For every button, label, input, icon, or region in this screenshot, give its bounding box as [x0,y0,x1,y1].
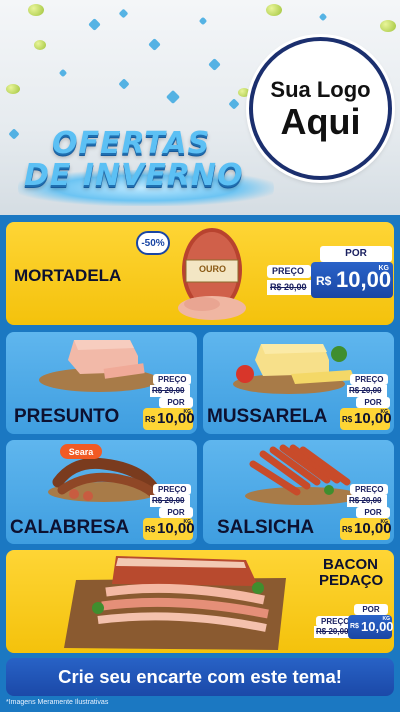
coin-icon [28,4,44,16]
old-price: R$ 20,00 [150,385,190,397]
old-price-value: R$ 20,00 [270,282,307,292]
por-label: POR [356,397,390,408]
coin-icon [380,20,396,32]
preco-label: PREÇO [350,374,388,385]
bacon-image [64,556,286,650]
snowflake-icon [228,98,240,110]
preco-label: PREÇO [350,484,388,495]
product-name: MUSSARELA [207,406,328,427]
price-box: R$ 10,00 KG [143,518,195,540]
price-unit: KG [380,409,389,415]
price-box: R$ 10,00 KG [340,518,392,540]
currency: R$ [342,415,353,424]
price-unit: KG [378,265,390,272]
old-price: R$ 20,00 [150,495,190,507]
old-price-value: R$ 20,00 [316,627,349,636]
preco-label: PREÇO [153,484,191,495]
old-price-value: R$ 20,00 [349,386,382,395]
currency: R$ [145,415,156,424]
old-price-value: R$ 20,00 [152,386,185,395]
product-name-line1: BACON [323,556,378,573]
product-card-mortadela[interactable]: MORTADELA OURO PREÇO R$ 20,00 POR R$ 10,… [6,222,394,325]
old-price-value: R$ 20,00 [152,496,185,505]
price-unit: KG [382,616,391,622]
product-name: SALSICHA [217,517,315,538]
currency: R$ [316,274,332,288]
product-name: CALABRESA [10,517,130,538]
old-price: R$ 20,00 [347,385,387,397]
price-box: R$ 10,00 KG [340,408,392,430]
por-label: POR [354,604,388,615]
coin-icon [6,84,20,94]
logo-line-2: Aqui [280,100,361,142]
old-price: R$ 20,00 [267,280,313,295]
old-price-value: R$ 20,00 [349,496,382,505]
por-label: POR [159,507,193,518]
snowflake-icon [318,12,328,22]
por-label: POR [356,507,390,518]
product-card-mussarela[interactable]: MUSSARELA PREÇO R$ 20,00 POR R$ 10,00 KG [203,332,394,434]
price-unit: KG [183,409,192,415]
currency: R$ [342,525,353,534]
price-unit: KG [380,519,389,525]
seara-logo: Seara [60,444,102,459]
cta-banner[interactable]: Crie seu encarte com este tema! [6,658,394,696]
preco-label: PREÇO [267,265,311,278]
preco-label: PREÇO [153,374,191,385]
title-line-1: OFERTAS [52,126,211,161]
por-label: POR [320,246,392,262]
product-name-line2: PEDAÇO [319,572,384,589]
product-name: MORTADELA [14,266,122,285]
price-box: R$ 10,00 KG [348,615,394,639]
product-card-bacon[interactable]: BACON PEDAÇO PREÇO R$ 20,00 POR R$ 10,00… [6,550,394,653]
currency: R$ [145,525,156,534]
product-card-calabresa[interactable]: Seara CALABRESA PREÇO R$ 20,00 POR R$ 10… [6,440,197,544]
snowflake-icon [58,68,68,78]
promo-title: OFERTAS DE INVERNO [18,118,278,210]
disclaimer: *Imagens Meramente Ilustrativas [6,699,109,706]
coin-icon [266,4,282,16]
mussarela-image [233,344,355,394]
presunto-image [39,340,159,392]
title-line-2: DE INVERNO [24,158,244,193]
product-card-presunto[interactable]: PRESUNTO PREÇO R$ 20,00 POR R$ 10,00 KG [6,332,197,434]
snowflake-icon [88,18,101,31]
snowflake-icon [208,58,221,71]
snowflake-icon [118,78,130,90]
price-unit: KG [183,519,192,525]
price-box: R$ 10,00 KG [143,408,195,430]
logo-line-1: Sua Logo [270,76,371,102]
logo-placeholder[interactable]: Sua Logo Aqui [249,37,392,180]
coin-icon [34,40,46,50]
por-label: POR [159,397,193,408]
header: OFERTAS DE INVERNO Sua Logo Aqui [0,0,400,215]
snowflake-icon [198,16,208,26]
discount-badge: -50% [136,231,170,255]
coin-icon [238,88,250,97]
snowflake-icon [148,38,161,51]
snowflake-icon [165,89,181,105]
currency: R$ [350,623,359,630]
old-price: R$ 20,00 [347,495,387,507]
brand-label: OURO [199,264,226,274]
snowflake-icon [118,8,129,19]
brand-label: Seara [68,446,94,457]
price-box: R$ 10,00 KG [311,262,393,298]
product-card-salsicha[interactable]: SALSICHA PREÇO R$ 20,00 POR R$ 10,00 KG [203,440,394,544]
product-name: PRESUNTO [14,406,120,427]
